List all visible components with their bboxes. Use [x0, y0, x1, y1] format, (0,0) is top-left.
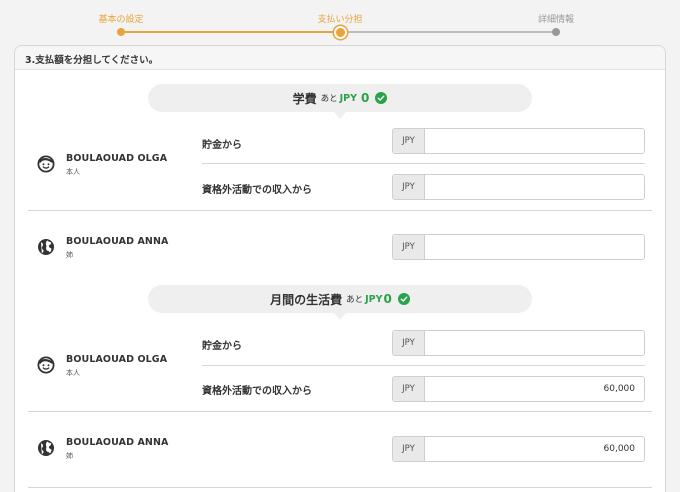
payer-name: BOULAOUAD ANNA	[66, 437, 169, 448]
check-circle-icon	[397, 293, 410, 305]
progress-stepper: 基本の設定 支払い分担 詳細情報	[0, 0, 680, 44]
tuition-section-heading: 学費 あと JPY 0	[148, 84, 532, 119]
payer-anna-living: BOULAOUAD ANNA 姉	[37, 437, 169, 461]
remaining-prefix: あと	[346, 295, 364, 305]
step-connector-pending	[340, 31, 556, 33]
globe-icon	[38, 440, 54, 456]
payer-relation: 本人	[66, 369, 80, 377]
payer-relation: 本人	[66, 168, 80, 176]
globe-icon	[38, 239, 54, 255]
check-circle-icon	[375, 92, 388, 104]
payer-anna-tuition: BOULAOUAD ANNA 姉	[37, 236, 169, 260]
row-divider	[202, 365, 645, 366]
currency-prefix: JPY	[393, 175, 425, 199]
living-olga-income-input-group: JPY	[392, 376, 645, 402]
payer-relation: 姉	[66, 251, 73, 259]
remaining-currency: JPY	[365, 293, 383, 305]
source-label-savings: 貯金から	[202, 341, 242, 352]
smiley-face-icon	[37, 356, 55, 374]
currency-prefix: JPY	[393, 129, 425, 153]
payer-name: BOULAOUAD ANNA	[66, 236, 169, 247]
source-label-parttime-income: 資格外活動での収入から	[202, 185, 312, 196]
step-connector-completed	[121, 31, 340, 33]
payer-olga-tuition: BOULAOUAD OLGA 本人	[37, 153, 167, 177]
payer-divider	[28, 210, 652, 211]
living-anna-input[interactable]	[425, 437, 644, 461]
step-dot-payment-split	[333, 25, 347, 39]
source-label-parttime-income: 資格外活動での収入から	[202, 386, 312, 397]
tuition-olga-savings-input-group: JPY	[392, 128, 645, 154]
tuition-anna-input-group: JPY	[392, 234, 645, 260]
payer-divider	[28, 487, 652, 488]
remaining-amount: 0	[361, 91, 370, 105]
smiley-face-icon	[37, 155, 55, 173]
payer-olga-living: BOULAOUAD OLGA 本人	[37, 354, 167, 378]
tuition-olga-savings-input[interactable]	[425, 129, 644, 153]
living-olga-income-input[interactable]	[425, 377, 644, 401]
currency-prefix: JPY	[393, 437, 425, 461]
panel-title: 3.支払額を分担してください。	[15, 46, 665, 70]
tuition-olga-income-input[interactable]	[425, 175, 644, 199]
living-expenses-section-heading: 月間の生活費 あと JPY 0	[148, 285, 532, 320]
section-title: 月間の生活費	[270, 292, 343, 307]
currency-prefix: JPY	[393, 235, 425, 259]
currency-prefix: JPY	[393, 377, 425, 401]
living-anna-input-group: JPY	[392, 436, 645, 462]
payment-split-panel: 3.支払額を分担してください。 学費 あと JPY 0 BOULAOUAD OL…	[14, 45, 666, 492]
remaining-amount: 0	[383, 292, 392, 306]
payer-name: BOULAOUAD OLGA	[66, 354, 168, 365]
step-dot-basic-settings	[117, 28, 125, 36]
row-divider	[202, 163, 645, 164]
payer-divider	[28, 411, 652, 412]
step-label-details: 詳細情報	[537, 15, 575, 25]
payer-name: BOULAOUAD OLGA	[66, 153, 168, 164]
tuition-olga-income-input-group: JPY	[392, 174, 645, 200]
living-olga-savings-input-group: JPY	[392, 330, 645, 356]
currency-prefix: JPY	[393, 331, 425, 355]
remaining-currency: JPY	[339, 92, 358, 104]
step-label-payment-split: 支払い分担	[317, 15, 363, 25]
step-label-basic-settings: 基本の設定	[98, 15, 144, 25]
source-label-savings: 貯金から	[202, 140, 242, 151]
living-olga-savings-input[interactable]	[425, 331, 644, 355]
step-dot-details	[552, 28, 560, 36]
section-title: 学費	[292, 91, 317, 106]
remaining-prefix: あと	[320, 94, 338, 104]
payer-relation: 姉	[66, 452, 73, 460]
tuition-anna-input[interactable]	[425, 235, 644, 259]
